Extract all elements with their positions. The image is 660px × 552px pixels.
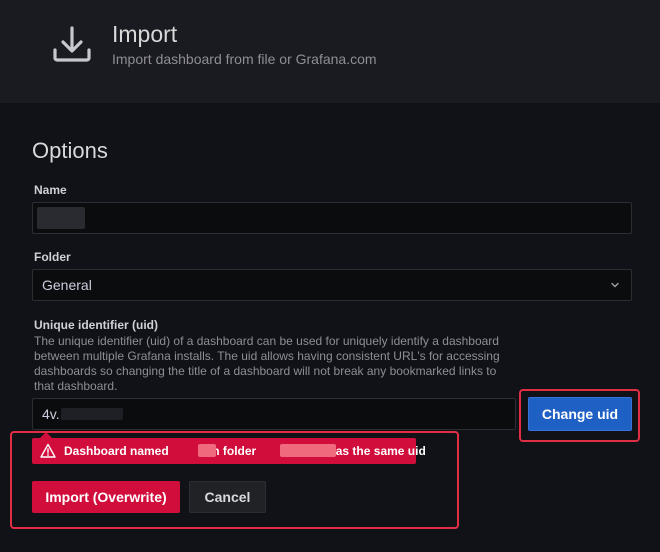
options-heading: Options: [32, 138, 108, 163]
uid-input[interactable]: 4v.: [32, 398, 516, 430]
folder-select[interactable]: General: [32, 269, 632, 301]
folder-label: Folder: [34, 250, 71, 264]
uid-description: The unique identifier (uid) of a dashboa…: [34, 334, 500, 393]
name-label: Name: [34, 183, 67, 197]
page-header: Import Import dashboard from file or Gra…: [0, 0, 660, 103]
page-subtitle: Import dashboard from file or Grafana.co…: [112, 51, 377, 67]
chevron-down-icon: [611, 282, 619, 288]
redacted-uid: [61, 408, 123, 420]
redacted-name: [37, 207, 85, 229]
page-title: Import: [112, 21, 178, 47]
alert-actions-highlight: [10, 431, 459, 529]
change-uid-highlight: [519, 389, 640, 442]
uid-value: 4v.: [42, 406, 60, 422]
folder-value: General: [42, 277, 92, 293]
download-icon: [53, 26, 91, 62]
uid-label: Unique identifier (uid): [34, 318, 158, 332]
name-input[interactable]: [32, 202, 632, 234]
